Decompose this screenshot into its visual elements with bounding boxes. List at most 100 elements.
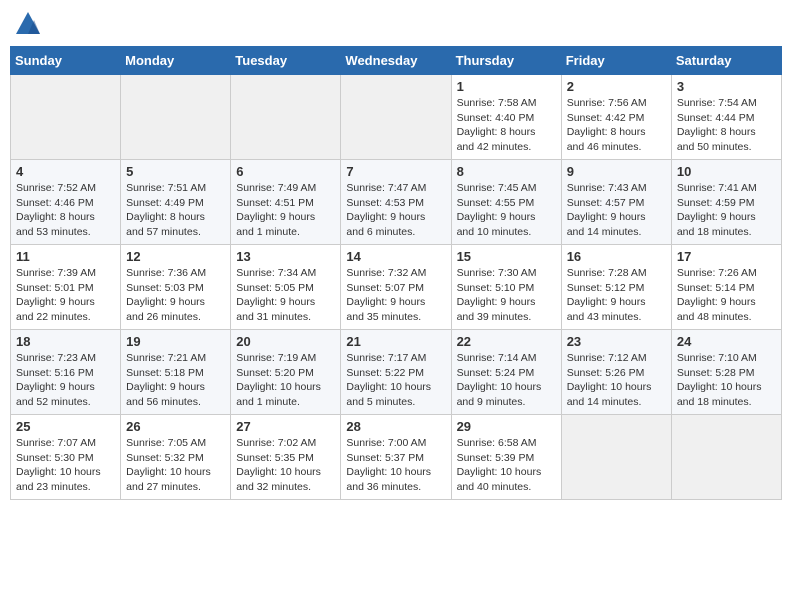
calendar-cell: 11 Sunrise: 7:39 AMSunset: 5:01 PMDayligh… [11, 245, 121, 330]
day-info: Sunrise: 7:36 AMSunset: 5:03 PMDaylight:… [126, 266, 225, 325]
calendar-cell: 14 Sunrise: 7:32 AMSunset: 5:07 PMDayligh… [341, 245, 451, 330]
day-info: Sunrise: 7:00 AMSunset: 5:37 PMDaylight:… [346, 436, 445, 495]
day-info: Sunrise: 7:07 AMSunset: 5:30 PMDaylight:… [16, 436, 115, 495]
calendar-week-row: 18 Sunrise: 7:23 AMSunset: 5:16 PMDayligh… [11, 330, 782, 415]
day-info: Sunrise: 7:12 AMSunset: 5:26 PMDaylight:… [567, 351, 666, 410]
day-info: Sunrise: 7:32 AMSunset: 5:07 PMDaylight:… [346, 266, 445, 325]
day-info: Sunrise: 7:41 AMSunset: 4:59 PMDaylight:… [677, 181, 776, 240]
day-number: 13 [236, 249, 335, 264]
day-number: 6 [236, 164, 335, 179]
day-info: Sunrise: 7:26 AMSunset: 5:14 PMDaylight:… [677, 266, 776, 325]
calendar-cell: 9 Sunrise: 7:43 AMSunset: 4:57 PMDaylight… [561, 160, 671, 245]
day-info: Sunrise: 7:34 AMSunset: 5:05 PMDaylight:… [236, 266, 335, 325]
day-number: 25 [16, 419, 115, 434]
calendar-week-row: 11 Sunrise: 7:39 AMSunset: 5:01 PMDayligh… [11, 245, 782, 330]
logo [10, 10, 42, 38]
day-info: Sunrise: 7:28 AMSunset: 5:12 PMDaylight:… [567, 266, 666, 325]
calendar-cell: 19 Sunrise: 7:21 AMSunset: 5:18 PMDayligh… [121, 330, 231, 415]
day-number: 3 [677, 79, 776, 94]
calendar-cell: 18 Sunrise: 7:23 AMSunset: 5:16 PMDayligh… [11, 330, 121, 415]
calendar-cell: 8 Sunrise: 7:45 AMSunset: 4:55 PMDaylight… [451, 160, 561, 245]
day-number: 17 [677, 249, 776, 264]
calendar-cell: 15 Sunrise: 7:30 AMSunset: 5:10 PMDayligh… [451, 245, 561, 330]
day-number: 4 [16, 164, 115, 179]
day-number: 18 [16, 334, 115, 349]
calendar-cell: 7Sunrise: 7:47 AMSunset: 4:53 PMDaylight… [341, 160, 451, 245]
day-number: 27 [236, 419, 335, 434]
calendar-cell: 2 Sunrise: 7:56 AMSunset: 4:42 PMDaylight… [561, 75, 671, 160]
day-info: Sunrise: 7:43 AMSunset: 4:57 PMDaylight:… [567, 181, 666, 240]
day-info: Sunrise: 7:19 AMSunset: 5:20 PMDaylight:… [236, 351, 335, 410]
day-number: 29 [457, 419, 556, 434]
day-number: 14 [346, 249, 445, 264]
calendar-cell [341, 75, 451, 160]
day-info: Sunrise: 7:39 AMSunset: 5:01 PMDaylight:… [16, 266, 115, 325]
calendar-table: SundayMondayTuesdayWednesdayThursdayFrid… [10, 46, 782, 500]
day-info: Sunrise: 7:02 AMSunset: 5:35 PMDaylight:… [236, 436, 335, 495]
day-number: 20 [236, 334, 335, 349]
day-header-thursday: Thursday [451, 47, 561, 75]
day-number: 1 [457, 79, 556, 94]
day-number: 26 [126, 419, 225, 434]
calendar-cell: 21 Sunrise: 7:17 AMSunset: 5:22 PMDayligh… [341, 330, 451, 415]
calendar-cell: 6 Sunrise: 7:49 AMSunset: 4:51 PMDaylight… [231, 160, 341, 245]
calendar-cell: 12 Sunrise: 7:36 AMSunset: 5:03 PMDayligh… [121, 245, 231, 330]
day-number: 28 [346, 419, 445, 434]
calendar-cell: 5Sunrise: 7:51 AMSunset: 4:49 PMDaylight… [121, 160, 231, 245]
day-info: Sunrise: 7:21 AMSunset: 5:18 PMDaylight:… [126, 351, 225, 410]
day-number: 15 [457, 249, 556, 264]
day-number: 10 [677, 164, 776, 179]
day-info: Sunrise: 7:14 AMSunset: 5:24 PMDaylight:… [457, 351, 556, 410]
calendar-cell [671, 415, 781, 500]
day-info: Sunrise: 7:23 AMSunset: 5:16 PMDaylight:… [16, 351, 115, 410]
day-number: 16 [567, 249, 666, 264]
calendar-cell [561, 415, 671, 500]
day-header-friday: Friday [561, 47, 671, 75]
day-info: Sunrise: 7:30 AMSunset: 5:10 PMDaylight:… [457, 266, 556, 325]
calendar-cell: 27 Sunrise: 7:02 AMSunset: 5:35 PMDayligh… [231, 415, 341, 500]
day-info: Sunrise: 7:10 AMSunset: 5:28 PMDaylight:… [677, 351, 776, 410]
day-info: Sunrise: 6:58 AMSunset: 5:39 PMDaylight:… [457, 436, 556, 495]
day-header-saturday: Saturday [671, 47, 781, 75]
day-number: 22 [457, 334, 556, 349]
day-number: 7 [346, 164, 445, 179]
calendar-cell: 22 Sunrise: 7:14 AMSunset: 5:24 PMDayligh… [451, 330, 561, 415]
day-number: 11 [16, 249, 115, 264]
logo-icon [14, 10, 42, 38]
day-number: 21 [346, 334, 445, 349]
day-header-wednesday: Wednesday [341, 47, 451, 75]
calendar-cell: 24Sunrise: 7:10 AMSunset: 5:28 PMDayligh… [671, 330, 781, 415]
day-info: Sunrise: 7:45 AMSunset: 4:55 PMDaylight:… [457, 181, 556, 240]
day-info: Sunrise: 7:49 AMSunset: 4:51 PMDaylight:… [236, 181, 335, 240]
calendar-week-row: 4 Sunrise: 7:52 AMSunset: 4:46 PMDaylight… [11, 160, 782, 245]
calendar-cell [231, 75, 341, 160]
calendar-cell: 25 Sunrise: 7:07 AMSunset: 5:30 PMDayligh… [11, 415, 121, 500]
calendar-cell: 13 Sunrise: 7:34 AMSunset: 5:05 PMDayligh… [231, 245, 341, 330]
calendar-cell: 10 Sunrise: 7:41 AMSunset: 4:59 PMDayligh… [671, 160, 781, 245]
calendar-cell: 16 Sunrise: 7:28 AMSunset: 5:12 PMDayligh… [561, 245, 671, 330]
calendar-cell: 26 Sunrise: 7:05 AMSunset: 5:32 PMDayligh… [121, 415, 231, 500]
day-number: 9 [567, 164, 666, 179]
day-info: Sunrise: 7:17 AMSunset: 5:22 PMDaylight:… [346, 351, 445, 410]
calendar-cell [11, 75, 121, 160]
day-number: 12 [126, 249, 225, 264]
day-info: Sunrise: 7:56 AMSunset: 4:42 PMDaylight:… [567, 96, 666, 155]
day-info: Sunrise: 7:05 AMSunset: 5:32 PMDaylight:… [126, 436, 225, 495]
calendar-cell: 23 Sunrise: 7:12 AMSunset: 5:26 PMDayligh… [561, 330, 671, 415]
day-number: 23 [567, 334, 666, 349]
calendar-week-row: 1 Sunrise: 7:58 AMSunset: 4:40 PMDaylight… [11, 75, 782, 160]
day-number: 8 [457, 164, 556, 179]
day-header-monday: Monday [121, 47, 231, 75]
day-number: 19 [126, 334, 225, 349]
calendar-cell: 29 Sunrise: 6:58 AMSunset: 5:39 PMDayligh… [451, 415, 561, 500]
day-number: 2 [567, 79, 666, 94]
day-header-sunday: Sunday [11, 47, 121, 75]
calendar-cell: 20 Sunrise: 7:19 AMSunset: 5:20 PMDayligh… [231, 330, 341, 415]
calendar-cell: 17 Sunrise: 7:26 AMSunset: 5:14 PMDayligh… [671, 245, 781, 330]
calendar-cell: 4 Sunrise: 7:52 AMSunset: 4:46 PMDaylight… [11, 160, 121, 245]
day-info: Sunrise: 7:52 AMSunset: 4:46 PMDaylight:… [16, 181, 115, 240]
page-header [10, 10, 782, 38]
day-info: Sunrise: 7:58 AMSunset: 4:40 PMDaylight:… [457, 96, 556, 155]
calendar-week-row: 25 Sunrise: 7:07 AMSunset: 5:30 PMDayligh… [11, 415, 782, 500]
day-info: Sunrise: 7:54 AMSunset: 4:44 PMDaylight:… [677, 96, 776, 155]
